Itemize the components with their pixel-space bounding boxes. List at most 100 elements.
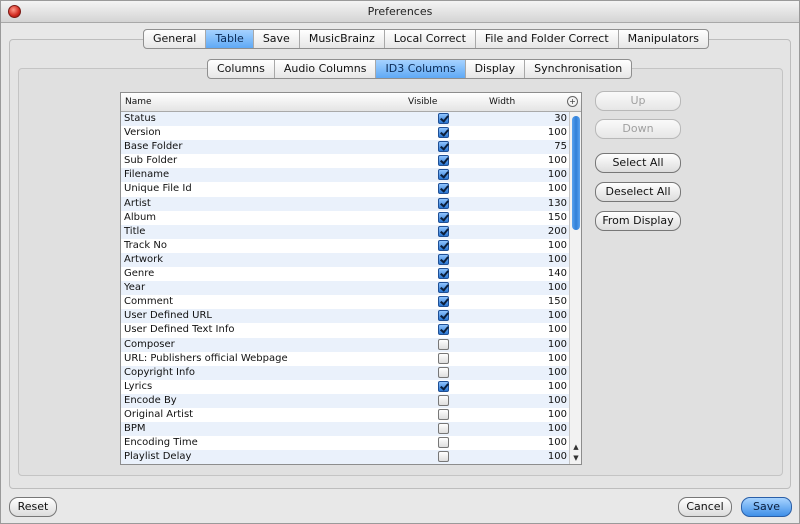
header-width[interactable]: Width (489, 97, 515, 107)
up-button[interactable]: Up (595, 91, 681, 111)
tab-id3-columns[interactable]: ID3 Columns (376, 60, 466, 78)
vertical-scrollbar[interactable]: ▲ ▼ (569, 112, 581, 464)
table-row[interactable]: URL: Publishers official Webpage 100 (121, 352, 569, 366)
visible-checkbox[interactable] (438, 352, 449, 364)
table-row[interactable]: Unique File Id 100 (121, 182, 569, 196)
down-button[interactable]: Down (595, 119, 681, 139)
visible-checkbox[interactable] (438, 268, 449, 280)
table-row[interactable]: Status 30 (121, 112, 569, 127)
visible-checkbox[interactable] (438, 380, 449, 392)
column-width[interactable]: 30 (554, 112, 567, 126)
tab-manipulators[interactable]: Manipulators (619, 30, 708, 48)
visible-checkbox[interactable] (438, 423, 449, 435)
visible-checkbox[interactable] (438, 155, 449, 167)
visible-checkbox[interactable] (438, 197, 449, 209)
table-row[interactable]: Version 100 (121, 126, 569, 140)
column-width[interactable]: 100 (548, 380, 567, 394)
column-width[interactable]: 100 (548, 182, 567, 196)
table-row[interactable]: Filename 100 (121, 168, 569, 183)
column-width[interactable]: 100 (548, 394, 567, 408)
tab-audio-columns[interactable]: Audio Columns (275, 60, 377, 78)
table-row[interactable]: Artist 130 (121, 196, 569, 211)
column-width[interactable]: 100 (548, 281, 567, 295)
visible-checkbox[interactable] (438, 324, 449, 336)
table-row[interactable]: User Defined URL 100 (121, 309, 569, 324)
column-width[interactable]: 100 (548, 450, 567, 464)
column-width[interactable]: 100 (548, 436, 567, 450)
table-row[interactable]: Playlist Delay 100 (121, 450, 569, 464)
arrow-up-icon[interactable]: ▲ (571, 442, 581, 452)
column-width[interactable]: 100 (548, 239, 567, 253)
table-row[interactable]: Year 100 (121, 281, 569, 296)
column-width[interactable]: 100 (548, 338, 567, 352)
column-width[interactable]: 100 (548, 422, 567, 436)
select-all-button[interactable]: Select All (595, 153, 681, 173)
visible-checkbox[interactable] (438, 253, 449, 265)
scrollbar-thumb[interactable] (572, 116, 580, 230)
table-row[interactable]: Title 200 (121, 224, 569, 239)
visible-checkbox[interactable] (438, 451, 449, 463)
column-width[interactable]: 100 (548, 126, 567, 140)
visible-checkbox[interactable] (438, 169, 449, 181)
table-row[interactable]: Encode By 100 (121, 393, 569, 408)
save-button[interactable]: Save (741, 497, 792, 517)
table-row[interactable]: Encoding Time 100 (121, 436, 569, 450)
cancel-button[interactable]: Cancel (678, 497, 732, 517)
tab-table[interactable]: Table (206, 30, 254, 48)
visible-checkbox[interactable] (438, 183, 449, 195)
visible-checkbox[interactable] (438, 310, 449, 322)
column-width[interactable]: 140 (548, 267, 567, 281)
column-width[interactable]: 75 (554, 140, 567, 154)
column-width[interactable]: 100 (548, 154, 567, 168)
column-settings-icon[interactable]: + (567, 96, 578, 107)
column-width[interactable]: 130 (548, 197, 567, 211)
tab-file-and-folder-correct[interactable]: File and Folder Correct (476, 30, 619, 48)
tab-columns[interactable]: Columns (208, 60, 275, 78)
table-row[interactable]: User Defined Text Info 100 (121, 323, 569, 337)
column-width[interactable]: 100 (548, 323, 567, 337)
tab-local-correct[interactable]: Local Correct (385, 30, 476, 48)
visible-checkbox[interactable] (438, 282, 449, 294)
column-width[interactable]: 100 (548, 408, 567, 422)
table-row[interactable]: BPM 100 (121, 422, 569, 437)
table-row[interactable]: Comment 150 (121, 295, 569, 309)
header-visible[interactable]: Visible (408, 97, 437, 107)
header-name[interactable]: Name (125, 97, 152, 107)
table-row[interactable]: Sub Folder 100 (121, 154, 569, 168)
visible-checkbox[interactable] (438, 408, 449, 420)
table-row[interactable]: Lyrics 100 (121, 380, 569, 394)
table-row[interactable]: Original Artist 100 (121, 408, 569, 422)
visible-checkbox[interactable] (438, 211, 449, 223)
deselect-all-button[interactable]: Deselect All (595, 182, 681, 202)
arrow-down-icon[interactable]: ▼ (571, 453, 581, 463)
table-row[interactable]: Base Folder 75 (121, 140, 569, 155)
table-row[interactable]: Genre 140 (121, 267, 569, 281)
column-width[interactable]: 100 (548, 352, 567, 366)
table-row[interactable]: Track No 100 (121, 239, 569, 253)
column-width[interactable]: 150 (548, 295, 567, 309)
table-row[interactable]: Artwork 100 (121, 252, 569, 268)
tab-synchronisation[interactable]: Synchronisation (525, 60, 631, 78)
table-row[interactable]: Composer 100 (121, 337, 569, 352)
tab-musicbrainz[interactable]: MusicBrainz (300, 30, 385, 48)
visible-checkbox[interactable] (438, 225, 449, 237)
table-row[interactable]: Copyright Info 100 (121, 365, 569, 380)
from-display-button[interactable]: From Display (595, 211, 681, 231)
column-width[interactable]: 100 (548, 253, 567, 267)
visible-checkbox[interactable] (438, 296, 449, 308)
visible-checkbox[interactable] (438, 437, 449, 449)
tab-general[interactable]: General (144, 30, 207, 48)
column-width[interactable]: 100 (548, 366, 567, 380)
column-width[interactable]: 200 (548, 225, 567, 239)
visible-checkbox[interactable] (438, 239, 449, 251)
visible-checkbox[interactable] (438, 127, 449, 139)
visible-checkbox[interactable] (438, 113, 449, 124)
visible-checkbox[interactable] (438, 141, 449, 153)
visible-checkbox[interactable] (438, 338, 449, 350)
reset-button[interactable]: Reset (9, 497, 57, 517)
visible-checkbox[interactable] (438, 394, 449, 406)
visible-checkbox[interactable] (438, 366, 449, 378)
column-width[interactable]: 100 (548, 309, 567, 323)
column-width[interactable]: 150 (548, 211, 567, 225)
table-row[interactable]: Album 150 (121, 211, 569, 225)
